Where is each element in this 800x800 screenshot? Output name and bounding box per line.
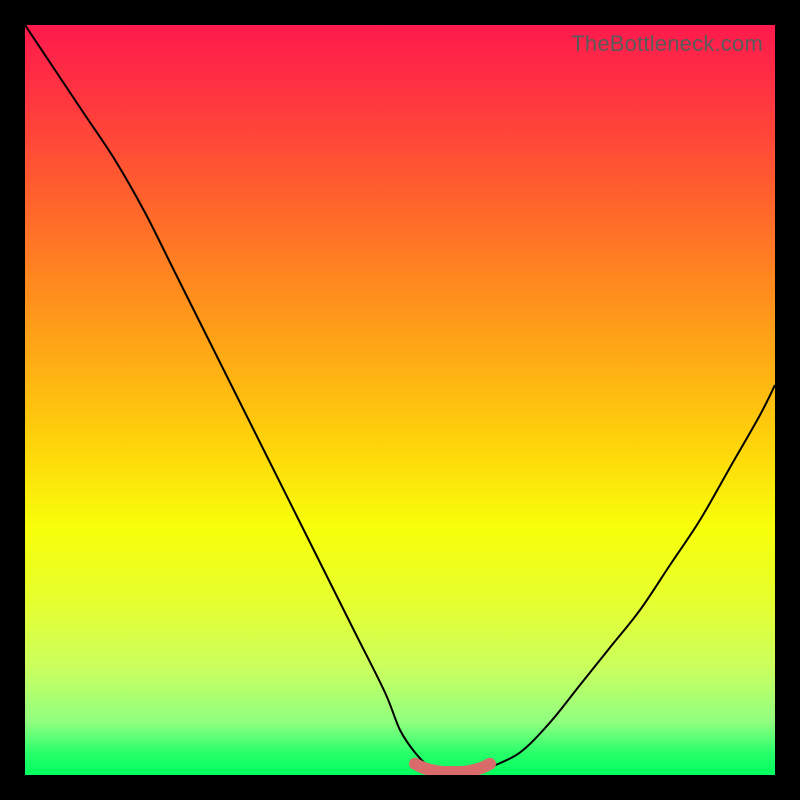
bottleneck-curve-path (25, 25, 775, 775)
chart-frame: TheBottleneck.com (0, 0, 800, 800)
optimal-zone-path (415, 764, 490, 772)
plot-area: TheBottleneck.com (25, 25, 775, 775)
curve-overlay (25, 25, 775, 775)
